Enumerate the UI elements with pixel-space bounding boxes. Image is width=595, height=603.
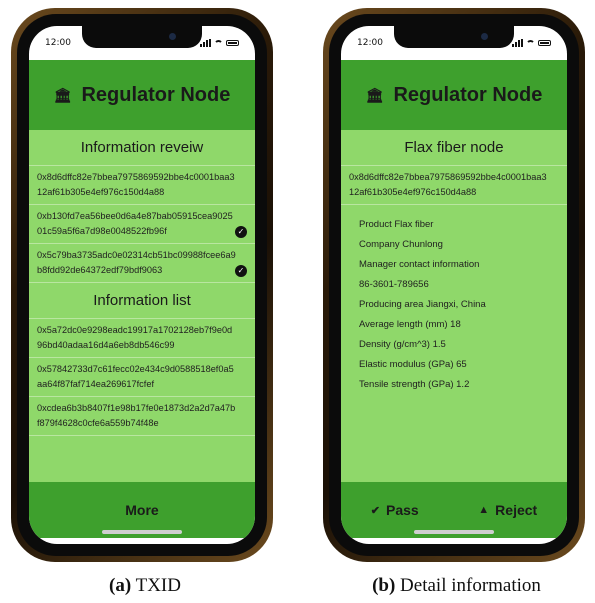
warning-icon: ▲ [478,504,490,516]
reject-button[interactable]: ▲ Reject [478,502,537,518]
caption-letter: (a) [109,575,132,596]
wifi-icon [214,40,223,46]
review-item[interactable]: 0x8d6dffc82e7bbea7975869592bbe4c0001baa3… [29,166,255,205]
status-time: 12:00 [357,38,383,48]
home-indicator[interactable] [102,530,182,534]
review-item[interactable]: 0xb130fd7ea56bee0d6a4e87bab05915cea90250… [29,205,255,244]
pass-button[interactable]: ✔ Pass [371,502,419,518]
detail-item-area: Producing area Jiangxi, China [359,299,486,310]
app-header: 🏛 Regulator Node [29,60,255,130]
battery-icon [538,40,551,46]
signal-icon [200,39,211,47]
caption-letter: (b) [372,575,396,596]
phone-screen-left: 12:00 🏛 Regulator Node Information revei… [29,26,255,544]
check-circle-icon: ✓ [235,226,247,238]
list-item[interactable]: 0xcdea6b3b8407f1e98b17fe0e1873d2a2d7a47b… [29,397,255,436]
caption-a: (a) TXID [60,575,230,597]
app-header: 🏛 Regulator Node [341,60,567,130]
notch [394,26,514,48]
caption-text: TXID [135,575,181,596]
detail-item-density: Density (g/cm^3) 1.5 [359,339,446,350]
list-item[interactable]: 0x5a72dc0e9298eadc19917a1702128eb7f9e0d9… [29,319,255,358]
signal-icon [512,39,523,47]
txid-text: 0x5c79ba3735adc0e02314cb51bc09988fcee6a9… [37,250,236,275]
section-title-node: Flax fiber node [341,130,567,166]
txid-text: 0xcdea6b3b8407f1e98b17fe0e1873d2a2d7a47b… [37,403,236,428]
txid-text: 0xb130fd7ea56bee0d6a4e87bab05915cea90250… [37,211,233,236]
caption-text: Detail information [400,575,541,596]
txid-text: 0x5a72dc0e9298eadc19917a1702128eb7f9e0d9… [37,325,233,350]
detail-list: Product Flax fiber Company Chunlong Mana… [341,205,567,405]
txid-text: 0x8d6dffc82e7bbea7975869592bbe4c0001baa3… [37,172,235,197]
detail-item-elastic: Elastic modulus (GPa) 65 [359,359,467,370]
status-time: 12:00 [45,38,71,48]
detail-item-tensile: Tensile strength (GPa) 1.2 [359,379,470,390]
bank-icon: 🏛 [53,86,72,103]
phone-frame-left: 12:00 🏛 Regulator Node Information revei… [11,8,273,562]
notch [82,26,202,48]
list-item[interactable]: 0x57842733d7c61fecc02e434c9d0588518ef0a5… [29,358,255,397]
page-title: Regulator Node [393,83,543,106]
check-mark-icon: ✔ [370,504,380,517]
bank-icon: 🏛 [365,86,384,103]
txid-content: Information reveiw 0x8d6dffc82e7bbea7975… [29,130,255,484]
reject-button-label: Reject [495,502,538,518]
txid-text: 0x57842733d7c61fecc02e434c9d0588518ef0a5… [37,364,234,389]
caption-b: (b) Detail information [318,575,595,597]
wifi-icon [526,40,535,46]
detail-item-length: Average length (mm) 18 [359,319,461,330]
more-button-label: More [125,502,159,518]
section-title-list: Information list [29,283,255,319]
hash-text: 0x8d6dffc82e7bbea7975869592bbe4c0001baa3… [349,172,547,197]
review-item[interactable]: 0x5c79ba3735adc0e02314cb51bc09988fcee6a9… [29,244,255,283]
detail-item-product: Product Flax fiber [359,219,434,230]
phone-screen-right: 12:00 🏛 Regulator Node Flax fiber node 0… [341,26,567,544]
pass-button-label: Pass [386,502,419,518]
detail-content: Flax fiber node 0x8d6dffc82e7bbea7975869… [341,130,567,484]
node-hash: 0x8d6dffc82e7bbea7975869592bbe4c0001baa3… [341,166,567,205]
phone-frame-right: 12:00 🏛 Regulator Node Flax fiber node 0… [323,8,585,562]
section-title-review: Information reveiw [29,130,255,166]
home-indicator[interactable] [414,530,494,534]
page-title: Regulator Node [81,83,231,106]
battery-icon [226,40,239,46]
detail-item-contact: 86-3601-789656 [359,279,429,290]
detail-item-contact-label: Manager contact information [359,259,480,270]
check-circle-icon: ✓ [235,265,247,277]
detail-item-company: Company Chunlong [359,239,443,250]
